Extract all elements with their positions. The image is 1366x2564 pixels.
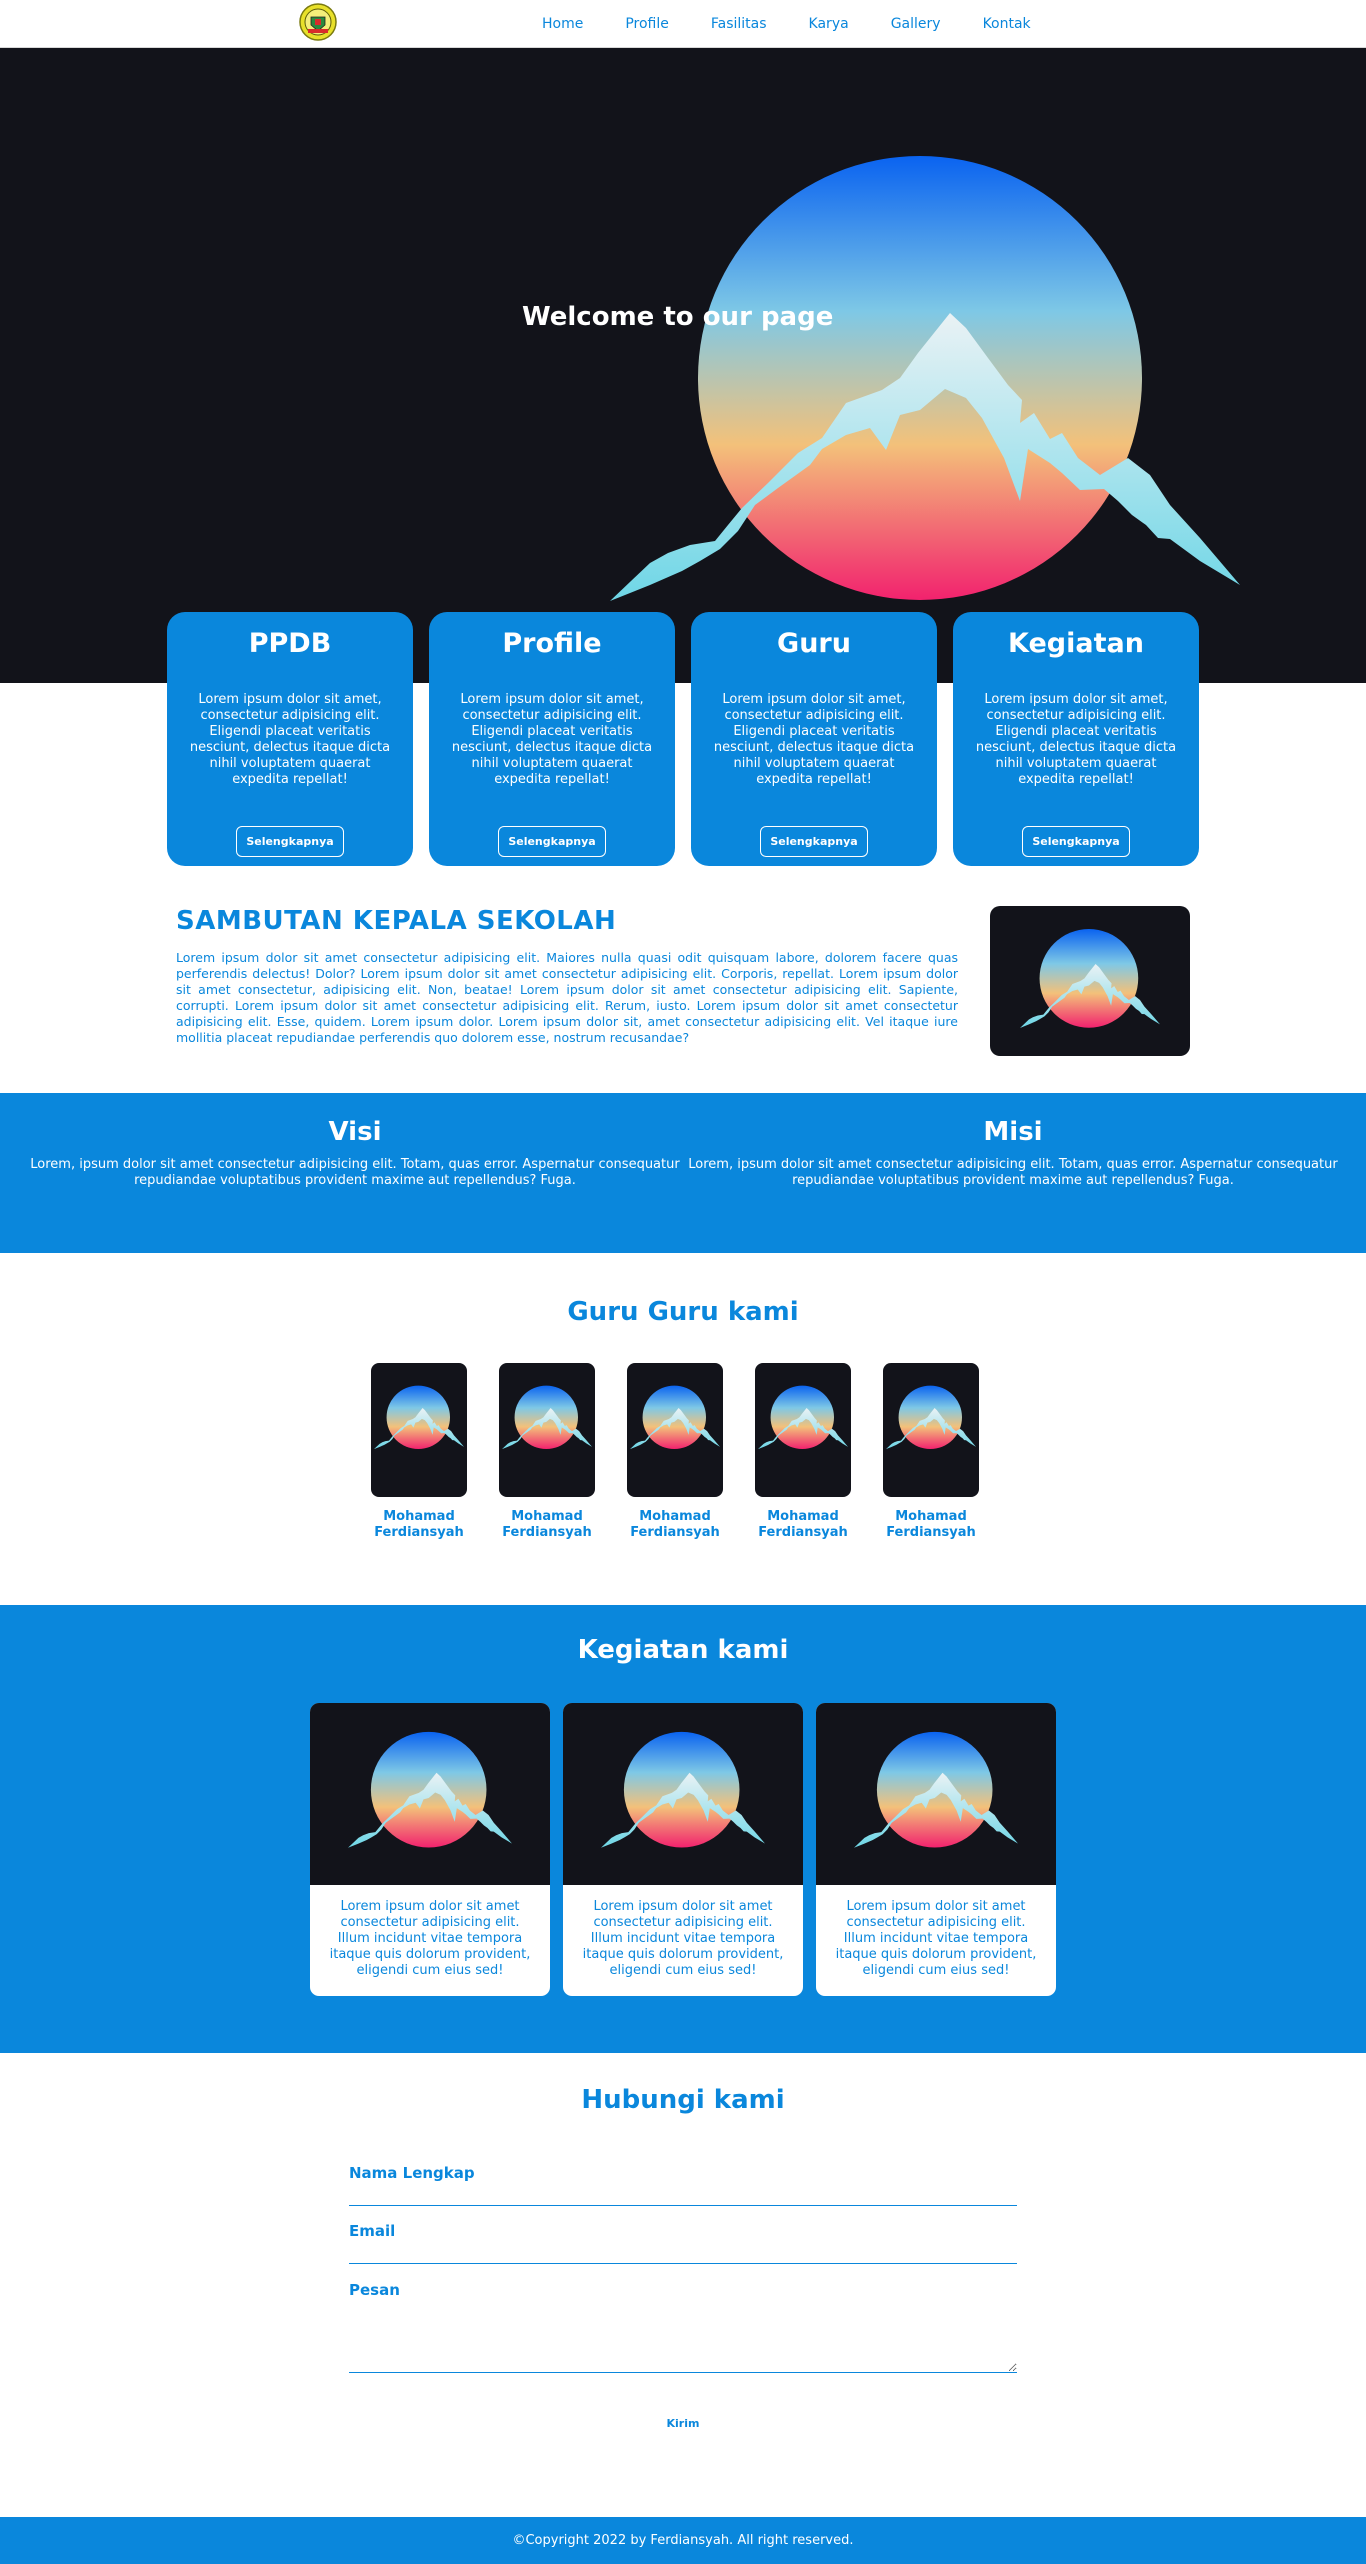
nav-link-kontak[interactable]: Kontak xyxy=(983,16,1031,32)
card-title: Guru xyxy=(777,628,851,659)
kegiatan-text: Lorem ipsum dolor sit amet consectetur a… xyxy=(329,1899,531,1978)
sambutan-title: SAMBUTAN KEPALA SEKOLAH xyxy=(176,906,617,936)
sunset-mountain-icon xyxy=(374,1385,464,1450)
card-text: Lorem ipsum dolor sit amet, consectetur … xyxy=(451,692,653,787)
nav-link-karya[interactable]: Karya xyxy=(809,16,849,32)
name-field[interactable] xyxy=(349,2186,1017,2206)
card-title: Profile xyxy=(502,628,602,659)
guru-name: Mohamad Ferdiansyah xyxy=(502,1509,592,1540)
nav-link-profile[interactable]: Profile xyxy=(625,16,669,32)
sunset-mountain-icon xyxy=(630,1385,720,1450)
kegiatan-card[interactable]: Lorem ipsum dolor sit amet consectetur a… xyxy=(816,1703,1056,1996)
message-field[interactable] xyxy=(349,2303,1017,2373)
misi-block: Misi Lorem, ipsum dolor sit amet consect… xyxy=(683,1093,1343,1189)
sambutan-text: Lorem ipsum dolor sit amet consectetur a… xyxy=(176,950,958,1045)
nav-link-gallery[interactable]: Gallery xyxy=(891,16,941,32)
feature-cards: PPDB Lorem ipsum dolor sit amet, consect… xyxy=(167,612,1199,866)
kegiatan-section: Kegiatan kami Lorem ipsum dolor sit amet… xyxy=(0,1605,1366,2053)
card-text: Lorem ipsum dolor sit amet, consectetur … xyxy=(189,692,391,787)
card-profile: Profile Lorem ipsum dolor sit amet, cons… xyxy=(429,612,675,866)
misi-text: Lorem, ipsum dolor sit amet consectetur … xyxy=(688,1157,1338,1188)
misi-title: Misi xyxy=(983,1117,1043,1147)
kegiatan-text: Lorem ipsum dolor sit amet consectetur a… xyxy=(835,1899,1037,1978)
kegiatan-photo xyxy=(816,1703,1056,1885)
guru-card[interactable]: Mohamad Ferdiansyah xyxy=(492,1363,602,1541)
kegiatan-text: Lorem ipsum dolor sit amet consectetur a… xyxy=(582,1899,784,1978)
visi-block: Visi Lorem, ipsum dolor sit amet consect… xyxy=(25,1093,685,1189)
sunset-mountain-icon xyxy=(854,1731,1018,1848)
principal-photo xyxy=(990,906,1190,1056)
kegiatan-photo xyxy=(563,1703,803,1885)
card-ppdb: PPDB Lorem ipsum dolor sit amet, consect… xyxy=(167,612,413,866)
footer: ©Copyright 2022 by Ferdiansyah. All righ… xyxy=(0,2517,1366,2564)
card-text: Lorem ipsum dolor sit amet, consectetur … xyxy=(975,692,1177,787)
nav-menu: Home Profile Fasilitas Karya Gallery Kon… xyxy=(542,0,1073,48)
copyright-text: ©Copyright 2022 by Ferdiansyah. All righ… xyxy=(512,2533,854,2548)
guru-photo xyxy=(755,1363,851,1497)
guru-photo xyxy=(627,1363,723,1497)
guru-name: Mohamad Ferdiansyah xyxy=(630,1509,720,1540)
card-kegiatan: Kegiatan Lorem ipsum dolor sit amet, con… xyxy=(953,612,1199,866)
kegiatan-card[interactable]: Lorem ipsum dolor sit amet consectetur a… xyxy=(563,1703,803,1996)
name-label: Nama Lengkap xyxy=(349,2164,475,2182)
guru-list: Mohamad Ferdiansyah Mohamad Ferdiansyah … xyxy=(364,1363,1004,1543)
sunset-mountain-icon xyxy=(610,153,1240,613)
guru-card[interactable]: Mohamad Ferdiansyah xyxy=(748,1363,858,1541)
card-more-button[interactable]: Selengkapnya xyxy=(236,826,344,857)
sunset-mountain-icon xyxy=(348,1731,512,1848)
card-more-button[interactable]: Selengkapnya xyxy=(498,826,606,857)
sunset-mountain-icon xyxy=(502,1385,592,1450)
email-field[interactable] xyxy=(349,2244,1017,2264)
card-more-button[interactable]: Selengkapnya xyxy=(760,826,868,857)
card-text: Lorem ipsum dolor sit amet, consectetur … xyxy=(713,692,915,787)
sunset-mountain-icon xyxy=(758,1385,848,1450)
card-guru: Guru Lorem ipsum dolor sit amet, consect… xyxy=(691,612,937,866)
guru-photo xyxy=(883,1363,979,1497)
sunset-mountain-icon xyxy=(1020,929,1160,1028)
email-label: Email xyxy=(349,2222,396,2240)
guru-photo xyxy=(499,1363,595,1497)
sunset-mountain-icon xyxy=(886,1385,976,1450)
card-more-button[interactable]: Selengkapnya xyxy=(1022,826,1130,857)
guru-card[interactable]: Mohamad Ferdiansyah xyxy=(876,1363,986,1541)
visi-text: Lorem, ipsum dolor sit amet consectetur … xyxy=(30,1157,680,1188)
visi-title: Visi xyxy=(328,1117,382,1147)
visi-misi-section: Visi Lorem, ipsum dolor sit amet consect… xyxy=(0,1093,1366,1253)
nav-link-home[interactable]: Home xyxy=(542,16,583,32)
sunset-mountain-icon xyxy=(601,1731,765,1848)
kegiatan-photo xyxy=(310,1703,550,1885)
guru-card[interactable]: Mohamad Ferdiansyah xyxy=(620,1363,730,1541)
nav-link-fasilitas[interactable]: Fasilitas xyxy=(711,16,767,32)
guru-section-title: Guru Guru kami xyxy=(567,1297,799,1327)
hero-title: Welcome to our page xyxy=(522,302,834,332)
kegiatan-card[interactable]: Lorem ipsum dolor sit amet consectetur a… xyxy=(310,1703,550,1996)
kegiatan-title: Kegiatan kami xyxy=(577,1635,789,1665)
guru-name: Mohamad Ferdiansyah xyxy=(758,1509,848,1540)
card-title: Kegiatan xyxy=(1008,628,1144,659)
guru-photo xyxy=(371,1363,467,1497)
guru-name: Mohamad Ferdiansyah xyxy=(886,1509,976,1540)
message-label: Pesan xyxy=(349,2281,400,2299)
school-emblem-icon[interactable] xyxy=(299,3,337,41)
submit-button[interactable]: Kirim xyxy=(653,2412,713,2434)
card-title: PPDB xyxy=(248,628,332,659)
guru-card[interactable]: Mohamad Ferdiansyah xyxy=(364,1363,474,1541)
navbar: Home Profile Fasilitas Karya Gallery Kon… xyxy=(0,0,1366,48)
guru-name: Mohamad Ferdiansyah xyxy=(374,1509,464,1540)
contact-title: Hubungi kami xyxy=(581,2085,785,2115)
hero-section: Welcome to our page xyxy=(0,48,1366,683)
